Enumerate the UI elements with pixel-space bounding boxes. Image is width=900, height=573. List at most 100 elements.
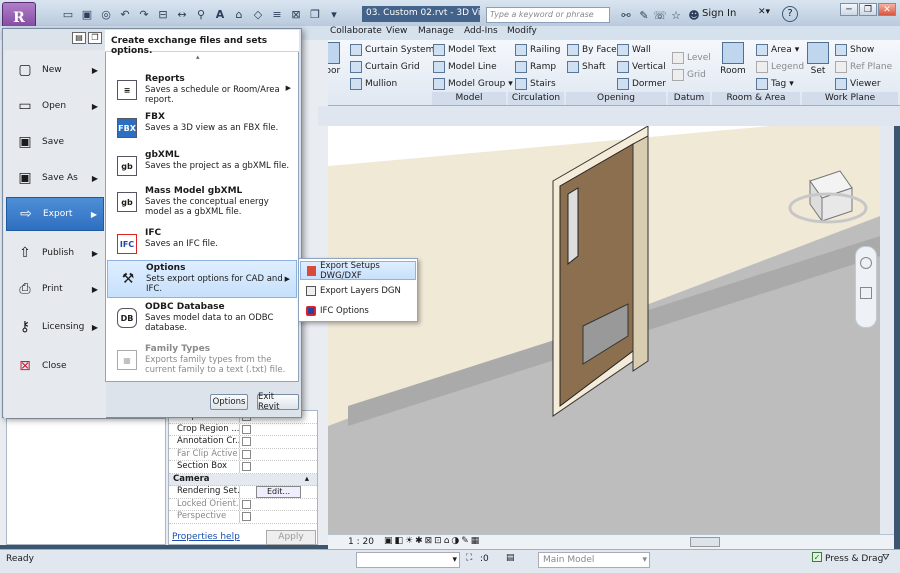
- tab-view[interactable]: View: [386, 26, 407, 36]
- menu-item-save[interactable]: ▣ Save: [6, 125, 104, 159]
- aligned-dimension-icon[interactable]: ↔: [174, 6, 190, 22]
- tag-button[interactable]: Tag ▾: [756, 78, 794, 90]
- communication-icon[interactable]: ☏: [652, 7, 668, 23]
- scroll-up-icon[interactable]: ▴: [196, 53, 200, 61]
- model-line-button[interactable]: Model Line: [433, 61, 497, 73]
- view-horizontal-scroll-thumb[interactable]: [690, 537, 720, 547]
- sync-icon[interactable]: ◎: [98, 6, 114, 22]
- tab-manage[interactable]: Manage: [418, 26, 454, 36]
- view-control-icons[interactable]: ▣◧☀✱⊠⊡⌂◑✎▦: [384, 536, 481, 546]
- workset-dropdown[interactable]: ▾: [356, 552, 460, 568]
- undo-icon[interactable]: ↶: [117, 6, 133, 22]
- sign-in-button[interactable]: Sign In: [702, 8, 736, 19]
- help-icon[interactable]: ?: [782, 6, 798, 22]
- text-icon[interactable]: A: [212, 6, 228, 22]
- worksets-icon[interactable]: ⛶: [466, 553, 472, 563]
- menu-item-export[interactable]: ⇨ Export ▶: [6, 197, 104, 231]
- measure-icon[interactable]: ⊟: [155, 6, 171, 22]
- camera-section-header[interactable]: Camera ▴: [169, 473, 317, 486]
- menu-item-publish[interactable]: ⇧ Publish ▶: [6, 236, 104, 270]
- mullion-button[interactable]: Mullion: [350, 78, 397, 90]
- export-item-title: Family Types: [145, 344, 211, 354]
- recent-documents-icon[interactable]: ▤: [72, 32, 86, 44]
- viewer-button[interactable]: Viewer: [835, 78, 881, 90]
- menu-item-close[interactable]: ⊠ Close: [6, 349, 104, 383]
- thin-lines-icon[interactable]: ≡: [269, 6, 285, 22]
- export-options-item[interactable]: ⚒ Options Sets export options for CAD and …: [107, 260, 297, 298]
- customize-qat-icon[interactable]: ▾: [326, 6, 342, 22]
- menu-item-new[interactable]: ▢ New ▶: [6, 53, 104, 87]
- design-options-icon[interactable]: ▤: [506, 553, 515, 563]
- export-ifc-item[interactable]: IFC IFC Saves an IFC file.: [107, 226, 297, 264]
- menu-item-save-as[interactable]: ▣ Save As ▶: [6, 161, 104, 195]
- menu-item-open[interactable]: ▭ Open ▶: [6, 89, 104, 123]
- favorites-icon[interactable]: ☆: [668, 7, 684, 23]
- steering-wheel-icon[interactable]: [860, 257, 872, 269]
- redo-icon[interactable]: ↷: [136, 6, 152, 22]
- tab-modify[interactable]: Modify: [507, 26, 537, 36]
- 3d-view-canvas[interactable]: [328, 126, 880, 534]
- vertical-opening-button[interactable]: Vertical: [617, 61, 666, 73]
- ifc-options-item[interactable]: IFC Options: [300, 301, 416, 320]
- exchange-apps-icon[interactable]: ✕▾: [758, 7, 770, 17]
- export-layers-dgn-item[interactable]: Export Layers DGN: [300, 281, 416, 300]
- export-odbc-item[interactable]: DB ODBC Database Saves model data to an OD…: [107, 300, 297, 338]
- tab-collaborate[interactable]: Collaborate: [330, 26, 382, 36]
- room-button[interactable]: Room: [720, 42, 746, 90]
- properties-help-link[interactable]: Properties help: [172, 532, 240, 542]
- area-button[interactable]: Area ▾: [756, 44, 799, 56]
- close-hidden-icon[interactable]: ⊠: [288, 6, 304, 22]
- exit-revit-button[interactable]: Exit Revit: [257, 392, 299, 412]
- minimize-window-button[interactable]: ─: [840, 3, 858, 16]
- menu-item-licensing[interactable]: ⚷ Licensing ▶: [6, 310, 104, 344]
- navigation-bar[interactable]: [855, 246, 877, 328]
- subscription-icon[interactable]: ✎: [636, 7, 652, 23]
- export-mass-gbxml-item[interactable]: gb Mass Model gbXML Saves the conceptual e…: [107, 184, 297, 222]
- design-option-dropdown[interactable]: Main Model ▾: [538, 552, 650, 568]
- press-drag-checkbox[interactable]: ✓: [812, 552, 822, 562]
- menu-item-print[interactable]: ⎙ Print ▶: [6, 272, 104, 306]
- export-gbxml-item[interactable]: gb gbXML Saves the project as a gbXML file…: [107, 148, 297, 186]
- search-input[interactable]: Type a keyword or phrase: [486, 7, 610, 23]
- curtain-system-button[interactable]: Curtain System: [350, 44, 434, 56]
- panel-label-model[interactable]: Model: [432, 92, 506, 105]
- crop-region-checkbox[interactable]: [242, 424, 251, 434]
- rendering-settings-edit-button[interactable]: Edit...: [255, 486, 302, 498]
- binoculars-icon[interactable]: ⚯: [618, 7, 634, 23]
- maximize-window-button[interactable]: ❐: [859, 3, 877, 16]
- switch-windows-icon[interactable]: ❐: [307, 6, 323, 22]
- export-setups-dwg-dxf-item[interactable]: Export Setups DWG/DXF: [300, 261, 416, 281]
- stairs-button[interactable]: Stairs: [515, 78, 556, 90]
- view-scale[interactable]: 1 : 20: [348, 537, 374, 547]
- apply-button[interactable]: Apply: [266, 530, 316, 545]
- project-browser[interactable]: [6, 418, 166, 545]
- export-fbx-item[interactable]: FBX FBX Saves a 3D view as an FBX file.: [107, 110, 297, 148]
- save-icon[interactable]: ▣: [79, 6, 95, 22]
- dormer-button[interactable]: Dormer: [617, 78, 666, 90]
- 3d-view-icon[interactable]: ⌂: [231, 6, 247, 22]
- section-icon[interactable]: ◇: [250, 6, 266, 22]
- export-reports-item[interactable]: ≡ Reports Saves a schedule or Room/Area re…: [107, 72, 297, 110]
- set-work-plane-button[interactable]: Set: [806, 42, 830, 90]
- ramp-button[interactable]: Ramp: [515, 61, 556, 73]
- railing-button[interactable]: Railing: [515, 44, 561, 56]
- options-button[interactable]: Options: [210, 394, 248, 410]
- by-face-button[interactable]: By Face: [567, 44, 617, 56]
- filter-icon[interactable]: ⛛: [882, 553, 890, 563]
- close-window-button[interactable]: ✕: [878, 3, 896, 16]
- curtain-grid-button[interactable]: Curtain Grid: [350, 61, 420, 73]
- section-box-checkbox[interactable]: [242, 462, 251, 471]
- wall-opening-button[interactable]: Wall: [617, 44, 651, 56]
- panel-label-room-area[interactable]: Room & Area: [712, 92, 800, 105]
- model-text-button[interactable]: Model Text: [433, 44, 496, 56]
- show-work-plane-button[interactable]: Show: [835, 44, 874, 56]
- open-documents-icon[interactable]: ❐: [88, 32, 102, 44]
- zoom-icon[interactable]: [860, 287, 872, 299]
- open-icon[interactable]: ▭: [60, 6, 76, 22]
- view-vertical-scrollbar[interactable]: [880, 126, 894, 534]
- annotation-crop-checkbox[interactable]: [242, 437, 251, 446]
- tag-icon[interactable]: ⚲: [193, 6, 209, 22]
- shaft-button[interactable]: Shaft: [567, 61, 605, 73]
- tab-add-ins[interactable]: Add-Ins: [464, 26, 498, 36]
- model-group-button[interactable]: Model Group ▾: [433, 78, 513, 90]
